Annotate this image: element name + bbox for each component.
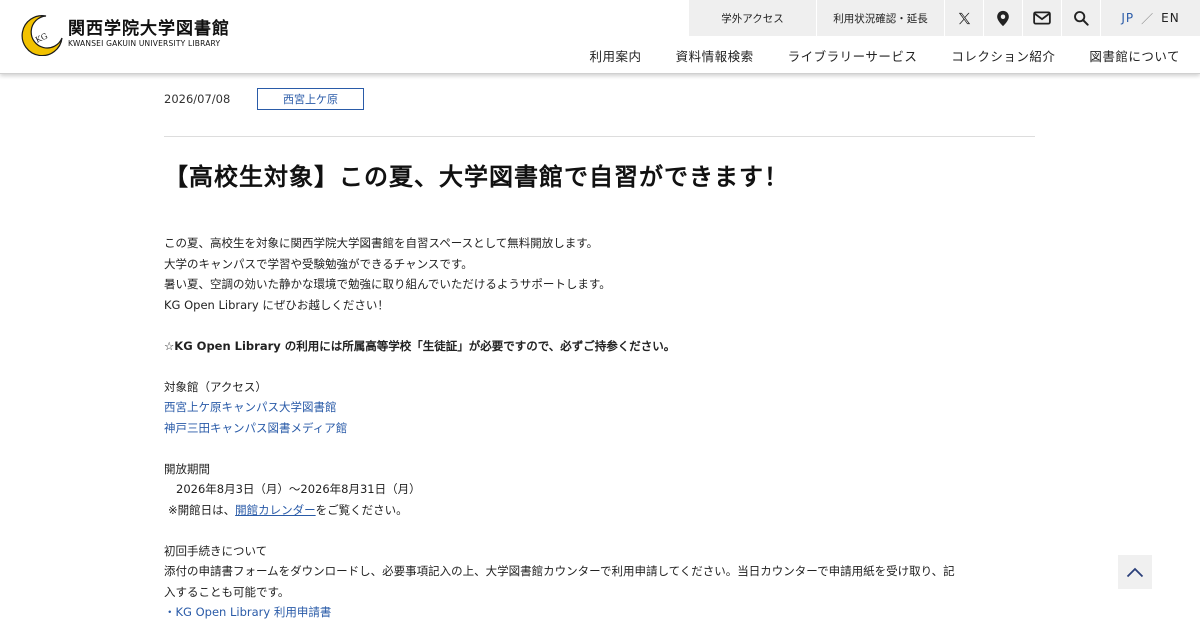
period-heading: 開放期間: [164, 461, 210, 476]
article-body: この夏、高校生を対象に関西学院大学図書館を自習スペースとして無料開放します。 大…: [164, 233, 1035, 623]
search-icon[interactable]: [1061, 0, 1100, 36]
open-period: 2026年8月3日（月）〜2026年8月31日（月）: [176, 482, 421, 496]
intro-line: KG Open Library にぜひお越しください！: [164, 297, 389, 312]
application-form-link[interactable]: ・KG Open Library 利用申請書: [164, 605, 331, 619]
offcampus-access-link[interactable]: 学外アクセス: [688, 0, 816, 36]
nav-about[interactable]: 図書館について: [1072, 46, 1200, 65]
site-logo[interactable]: KG 関西学院大学図書館 KWANSEI GAKUIN UNIVERSITY L…: [20, 12, 230, 57]
logo-title: 関西学院大学図書館: [68, 19, 230, 39]
chevron-up-icon: [1126, 567, 1144, 578]
target-heading: 対象館（アクセス）: [164, 379, 267, 394]
lang-en-link[interactable]: EN: [1161, 11, 1180, 25]
logo-subtitle: KWANSEI GAKUIN UNIVERSITY LIBRARY: [68, 39, 221, 48]
page-title: 【高校生対象】この夏、大学図書館で自習ができます！: [164, 163, 789, 191]
nav-services[interactable]: ライブラリーサービス: [771, 46, 935, 65]
procedure-text: 添付の申請書フォームをダウンロードし、必要事項記入の上、大学図書館カウンターで利…: [164, 564, 955, 578]
lang-separator: ／: [1141, 11, 1155, 26]
nishinomiya-library-link[interactable]: 西宮上ケ原キャンパス大学図書館: [164, 400, 337, 414]
utility-bar: 学外アクセス 利用状況確認・延長 JP ／ EN: [688, 0, 1200, 36]
article-date: 2026/07/08: [164, 92, 231, 106]
x-logo-icon[interactable]: [944, 0, 983, 36]
article-meta: 2026/07/08 西宮上ケ原: [164, 74, 1035, 137]
intro-line: 大学のキャンパスで学習や受験勉強ができるチャンスです。: [164, 256, 473, 271]
crescent-logo-icon: KG: [20, 12, 64, 57]
procedure-heading: 初回手続きについて: [164, 543, 268, 558]
lang-jp-link[interactable]: JP: [1121, 11, 1134, 25]
intro-line: 暑い夏、空調の効いた静かな環境で勉強に取り組んでいただけるようサポートします。: [164, 277, 611, 291]
main-nav: 利用案内 資料情報検索 ライブラリーサービス コレクション紹介 図書館について: [573, 36, 1200, 74]
svg-text:KG: KG: [34, 31, 49, 44]
site-header: KG 関西学院大学図書館 KWANSEI GAKUIN UNIVERSITY L…: [0, 0, 1200, 74]
kobe-sanda-library-link[interactable]: 神戸三田キャンパス図書メディア館: [164, 421, 347, 435]
language-switcher: JP ／ EN: [1100, 0, 1200, 36]
back-to-top-button[interactable]: [1118, 555, 1152, 589]
loan-status-link[interactable]: 利用状況確認・延長: [816, 0, 944, 36]
mail-icon[interactable]: [1022, 0, 1061, 36]
intro-line: この夏、高校生を対象に関西学院大学図書館を自習スペースとして無料開放します。: [164, 236, 599, 250]
nav-guide[interactable]: 利用案内: [573, 46, 659, 65]
calendar-link[interactable]: 開館カレンダー: [235, 503, 316, 517]
calendar-note: ※開館日は、開館カレンダーをご覧ください。: [168, 502, 408, 517]
article: 2026/07/08 西宮上ケ原 【高校生対象】この夏、大学図書館で自習ができま…: [164, 74, 1035, 623]
student-id-notice: ☆KG Open Library の利用には所属高等学校「生徒証」が必要ですので…: [164, 338, 676, 353]
procedure-text: 入することも可能です。: [164, 584, 290, 599]
campus-tag[interactable]: 西宮上ケ原: [257, 88, 364, 110]
nav-search[interactable]: 資料情報検索: [659, 46, 771, 65]
nav-collections[interactable]: コレクション紹介: [934, 46, 1072, 65]
map-pin-icon[interactable]: [983, 0, 1022, 36]
